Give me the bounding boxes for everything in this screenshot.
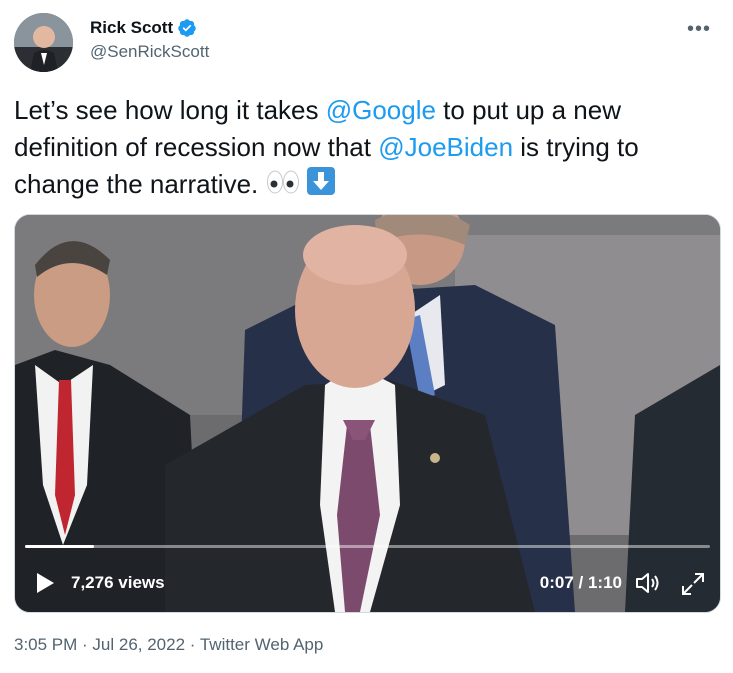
tweet-metadata[interactable]: 3:05 PM · Jul 26, 2022 · Twitter Web App (14, 635, 323, 655)
video-progress-bar[interactable] (25, 545, 710, 548)
tweet-text: Let’s see how long it takes @Google to p… (14, 92, 719, 205)
video-progress-fill (25, 545, 94, 548)
verified-badge-icon (177, 18, 197, 38)
video-controls: 7,276 views 0:07 / 1:10 (15, 556, 720, 612)
video-time: 0:07 / 1:10 (539, 573, 622, 592)
fullscreen-icon[interactable] (680, 571, 706, 597)
author-handle[interactable]: @SenRickScott (90, 41, 209, 63)
down-arrow-emoji-icon (306, 167, 335, 195)
author-display-name[interactable]: Rick Scott (90, 17, 209, 39)
eyes-emoji-icon (266, 168, 300, 205)
ellipsis-icon[interactable]: ••• (681, 15, 717, 43)
video-views: 7,276 views (71, 573, 165, 592)
mention-joebiden[interactable]: @JoeBiden (378, 132, 513, 162)
mention-google[interactable]: @Google (326, 95, 436, 125)
avatar[interactable] (14, 13, 73, 72)
video-frame (15, 215, 720, 612)
volume-icon[interactable] (634, 571, 662, 595)
tweet-header: Rick Scott @SenRickScott ••• (14, 13, 719, 73)
video-player[interactable]: 7,276 views 0:07 / 1:10 (14, 214, 721, 613)
play-icon[interactable] (35, 572, 55, 594)
author-names: Rick Scott @SenRickScott (90, 17, 209, 63)
